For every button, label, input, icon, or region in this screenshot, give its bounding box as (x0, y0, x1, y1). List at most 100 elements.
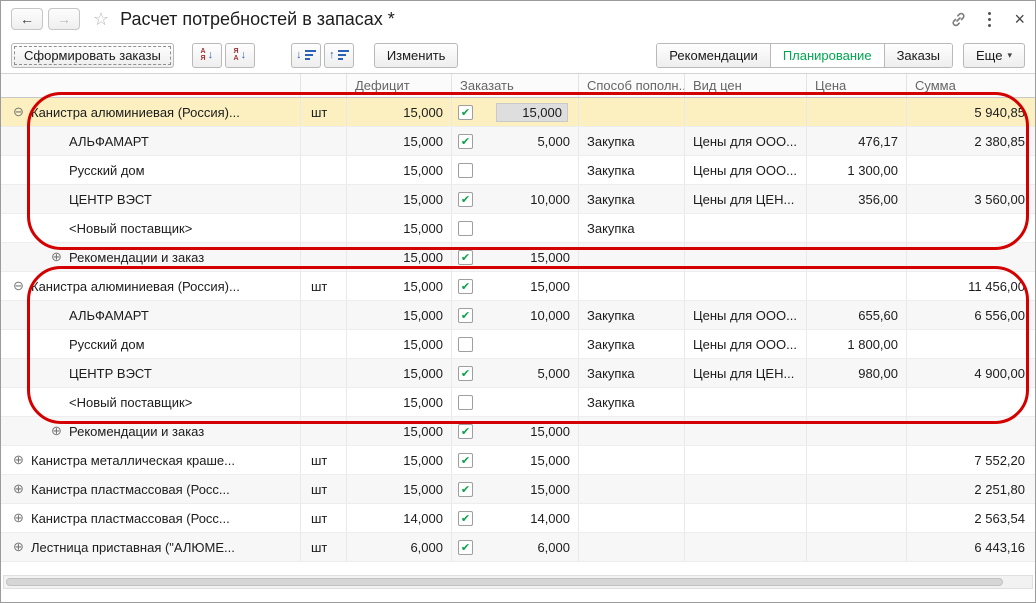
header-price-type[interactable]: Вид цен (685, 74, 807, 97)
order-checkbox[interactable]: ✔ (458, 365, 473, 381)
deficit-cell: 15,000 (347, 475, 452, 503)
titlebar: ← → ☆ Расчет потребностей в запасах * × (1, 1, 1035, 37)
name-cell: ⊕ Канистра металлическая краше... (1, 446, 301, 474)
table-row[interactable]: ЦЕНТР ВЭСТ 15,000 ✔ 5,000 Закупка Цены для ЦЕ… (1, 359, 1035, 388)
order-cell: ✔ 5,000 (452, 127, 579, 155)
order-checkbox[interactable]: ✔ (458, 307, 473, 323)
price-type-cell (685, 446, 807, 474)
table-row[interactable]: ⊖ Канистра алюминиевая (Россия)... шт 15,00… (1, 272, 1035, 301)
order-checkbox[interactable]: ✔ (458, 452, 473, 468)
price-type-cell: Цены для ООО... (685, 301, 807, 329)
header-deficit[interactable]: Дефицит (347, 74, 452, 97)
table-row[interactable]: ⊕ Канистра пластмассовая (Росс... шт 15,000… (1, 475, 1035, 504)
price-type-cell (685, 388, 807, 416)
order-checkbox[interactable]: ✔ (458, 510, 473, 526)
table-row[interactable]: Русский дом 15,000 Закупка Цены для ООО... 1… (1, 156, 1035, 185)
table-row[interactable]: АЛЬФАМАРТ 15,000 ✔ 10,000 Закупка Цены для ОО… (1, 301, 1035, 330)
expand-node-icon[interactable]: ⊕ (51, 423, 69, 439)
sort-ascending-button[interactable]: АЯ ↓ (191, 42, 222, 68)
expand-node-icon[interactable]: ⊕ (13, 452, 31, 468)
table-row[interactable]: Русский дом 15,000 Закупка Цены для ООО... 1… (1, 330, 1035, 359)
name-cell: ⊖ Канистра алюминиевая (Россия)... (1, 272, 301, 300)
expand-node-icon[interactable]: ⊕ (51, 249, 69, 265)
more-button[interactable]: Еще ▾ (963, 42, 1025, 68)
table-row[interactable]: ⊖ Канистра алюминиевая (Россия)... шт 15,00… (1, 98, 1035, 127)
method-cell: Закупка (579, 359, 685, 387)
sum-cell: 5 940,85 (974, 104, 1025, 120)
get-link-icon[interactable] (950, 11, 967, 28)
header-sum[interactable]: Сумма (907, 74, 1035, 97)
create-orders-button[interactable]: Сформировать заказы (11, 42, 174, 68)
edit-label: Изменить (386, 47, 446, 63)
order-checkbox[interactable]: ✔ (458, 104, 473, 120)
tab-orders[interactable]: Заказы (884, 43, 953, 67)
order-checkbox[interactable]: ✔ (458, 191, 473, 207)
scrollbar-thumb[interactable] (6, 578, 1004, 586)
expand-all-button[interactable]: ↑ (323, 42, 354, 68)
favorite-star-icon[interactable]: ☆ (93, 9, 109, 30)
forward-button[interactable]: → (48, 8, 80, 30)
order-checkbox[interactable] (458, 162, 473, 178)
order-checkbox[interactable]: ✔ (458, 481, 473, 497)
back-button[interactable]: ← (11, 8, 43, 30)
deficit-cell: 6,000 (347, 533, 452, 561)
close-icon[interactable]: × (1014, 10, 1025, 28)
deficit-cell: 15,000 (347, 388, 452, 416)
tab-recommendations[interactable]: Рекомендации (657, 43, 771, 67)
expand-node-icon[interactable]: ⊕ (13, 481, 31, 497)
table-row[interactable]: ⊕ Рекомендации и заказ 15,000 ✔ 15,000 (1, 417, 1035, 446)
header-price[interactable]: Цена (807, 74, 907, 97)
table-row[interactable]: ⊕ Канистра металлическая краше... шт 15,000… (1, 446, 1035, 475)
expand-node-icon[interactable]: ⊕ (13, 539, 31, 555)
horizontal-scrollbar[interactable] (3, 575, 1033, 589)
order-checkbox[interactable]: ✔ (458, 423, 473, 439)
deficit-cell: 14,000 (347, 504, 452, 532)
item-name: Русский дом (69, 162, 145, 178)
header-method[interactable]: Способ пополн... (579, 74, 685, 97)
expand-node-icon[interactable]: ⊕ (13, 510, 31, 526)
item-name: Лестница приставная ("АЛЮМЕ... (31, 539, 235, 555)
header-order[interactable]: Заказать (452, 74, 579, 97)
order-checkbox[interactable] (458, 336, 473, 352)
table-row[interactable]: <Новый поставщик> 15,000 Закупка (1, 388, 1035, 417)
collapse-all-button[interactable]: ↓ (290, 42, 321, 68)
table-row[interactable]: <Новый поставщик> 15,000 Закупка (1, 214, 1035, 243)
order-cell: ✔ 15,000 (452, 243, 579, 271)
table-row[interactable]: ⊕ Лестница приставная ("АЛЮМЕ... шт 6,000 ✔ 6… (1, 533, 1035, 562)
sort-arrow-down-icon: ↓ (207, 49, 214, 61)
price-cell: 1 800,00 (807, 330, 907, 358)
order-checkbox[interactable]: ✔ (458, 133, 473, 149)
tab-planning[interactable]: Планирование (770, 43, 885, 67)
collapse-node-icon[interactable]: ⊖ (13, 278, 31, 294)
header-name[interactable] (1, 74, 301, 97)
unit-cell (301, 185, 347, 213)
edit-button[interactable]: Изменить (373, 42, 459, 68)
menu-kebab-icon[interactable] (986, 8, 993, 30)
order-cell: ✔ 10,000 (452, 185, 579, 213)
price-type-cell: Цены для ЦЕН... (685, 359, 807, 387)
table-row[interactable]: ⊕ Канистра пластмассовая (Росс... шт 14,000… (1, 504, 1035, 533)
table-row[interactable]: ⊕ Рекомендации и заказ 15,000 ✔ 15,000 (1, 243, 1035, 272)
item-name: ЦЕНТР ВЭСТ (69, 191, 152, 207)
tree-levels-icon2 (337, 49, 349, 61)
forward-arrow-icon: → (57, 11, 71, 27)
order-qty: 10,000 (530, 191, 570, 207)
collapse-node-icon[interactable]: ⊖ (13, 104, 31, 120)
sort-descending-button[interactable]: ЯА ↓ (224, 42, 255, 68)
method-cell (579, 475, 685, 503)
price-cell (807, 446, 907, 474)
order-checkbox[interactable]: ✔ (458, 539, 473, 555)
sum-cell (907, 243, 1035, 271)
deficit-cell: 15,000 (347, 98, 452, 126)
order-checkbox[interactable]: ✔ (458, 278, 473, 294)
order-checkbox[interactable] (458, 220, 473, 236)
order-checkbox[interactable] (458, 394, 473, 410)
table-row[interactable]: АЛЬФАМАРТ 15,000 ✔ 5,000 Закупка Цены для ООО… (1, 127, 1035, 156)
price-cell (807, 388, 907, 416)
header-unit[interactable] (301, 74, 347, 97)
name-cell: ⊕ Рекомендации и заказ (1, 243, 301, 271)
view-switcher: Рекомендации Планирование Заказы (656, 42, 954, 68)
table-row[interactable]: ЦЕНТР ВЭСТ 15,000 ✔ 10,000 Закупка Цены для Ц… (1, 185, 1035, 214)
order-checkbox[interactable]: ✔ (458, 249, 473, 265)
unit-cell (301, 214, 347, 242)
